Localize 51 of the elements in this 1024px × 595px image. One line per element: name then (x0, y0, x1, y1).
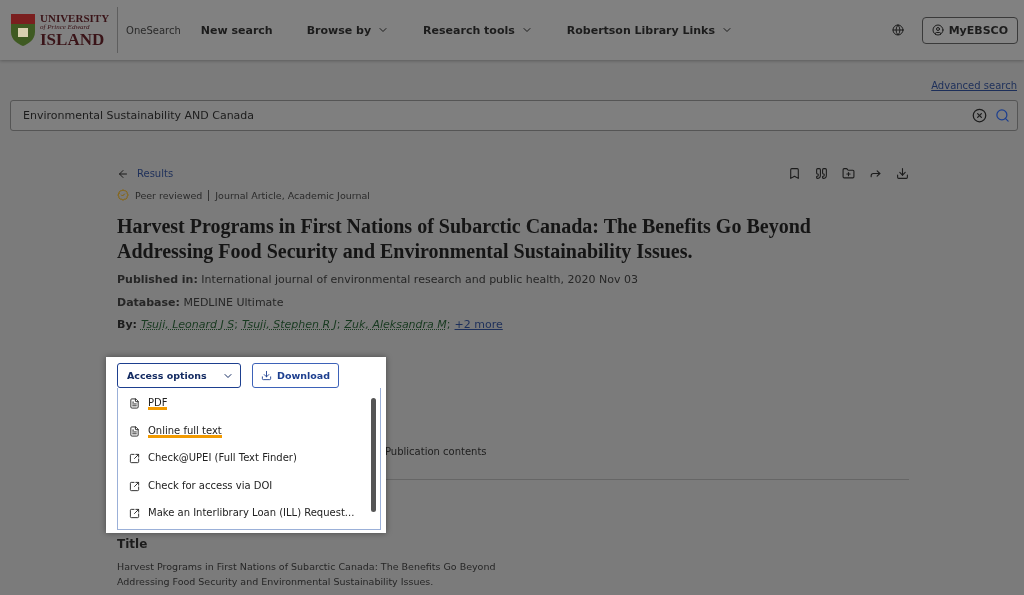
menu-item[interactable]: PDF (129, 390, 380, 418)
record-field: Database: MEDLINE Ultimate (117, 295, 909, 311)
section-text: Harvest Programs in First Nations of Subarctic Canada: The Benefits Go Beyond Addressing Food Security and Environmental Sustainability Issues. (117, 560, 497, 589)
clear-icon[interactable] (972, 108, 987, 123)
menu-item[interactable]: Make an Interlibrary Loan (ILL) Request... (129, 500, 380, 528)
separator: ; (336, 318, 341, 331)
section-heading: Title (117, 537, 149, 551)
tab[interactable]: Publication contents (385, 446, 487, 479)
advanced-search-link[interactable]: Advanced search (931, 80, 1017, 91)
crest-icon (10, 13, 36, 47)
nav-link[interactable]: Robertson Library Links (566, 23, 733, 37)
arrow-left-icon (117, 167, 129, 180)
logo-text: UNIVERSITY (40, 12, 110, 24)
nav-link[interactable]: Research tools (423, 23, 533, 37)
author-link[interactable]: Tsuji, Stephen R J (242, 318, 337, 331)
separator: ; (234, 318, 238, 331)
nav-link[interactable]: New search (200, 23, 273, 37)
user-icon (931, 24, 944, 36)
document-icon (129, 425, 140, 437)
download-button[interactable]: Download (252, 363, 339, 388)
search-icon[interactable] (995, 108, 1010, 123)
menu-item[interactable]: Check for access via DOI (129, 472, 380, 500)
record-field: Published in: International journal of environmental research and public health, 2020 Nov 03 (117, 272, 909, 288)
share-icon[interactable] (869, 167, 882, 180)
account-button[interactable]: MyEBSCO (921, 16, 1018, 44)
bookmark-icon[interactable] (788, 167, 801, 180)
folder-icon[interactable] (842, 167, 855, 180)
more-authors-link[interactable]: +2 more (454, 318, 503, 331)
product-name: OneSearch (126, 24, 181, 36)
menu-item[interactable]: Online full text (129, 417, 380, 445)
search-field[interactable]: Environmental Sustainability AND Canada (10, 100, 1018, 131)
download-icon (261, 370, 272, 381)
authors-label: By: (117, 318, 137, 331)
download-icon[interactable] (896, 167, 909, 180)
external-link-icon (129, 508, 140, 520)
quote-icon[interactable] (815, 167, 828, 180)
document-icon (129, 398, 140, 410)
separator: ; (446, 318, 451, 331)
access-options-dropdown[interactable]: Access options (117, 363, 241, 388)
globe-icon[interactable] (891, 24, 904, 36)
article-title: Harvest Programs in First Nations of Subarctic Canada: The Benefits Go Beyond Addressing Food Security and Environmental Sustainability Issues. (117, 214, 812, 264)
author-link[interactable]: Zuk, Aleksandra M (344, 318, 447, 331)
logo-text: ISLAND (40, 30, 106, 48)
nav-link[interactable]: Browse by (306, 23, 390, 37)
badge-check-icon (117, 189, 129, 201)
external-link-icon (129, 453, 140, 465)
peer-reviewed-label: Peer reviewed (135, 189, 203, 201)
back-link[interactable]: Results (117, 167, 174, 180)
external-link-icon (129, 480, 140, 492)
publication-type: Journal Article, Academic Journal (215, 189, 370, 201)
menu-item[interactable]: Check@UPEI (Full Text Finder) (129, 445, 380, 473)
